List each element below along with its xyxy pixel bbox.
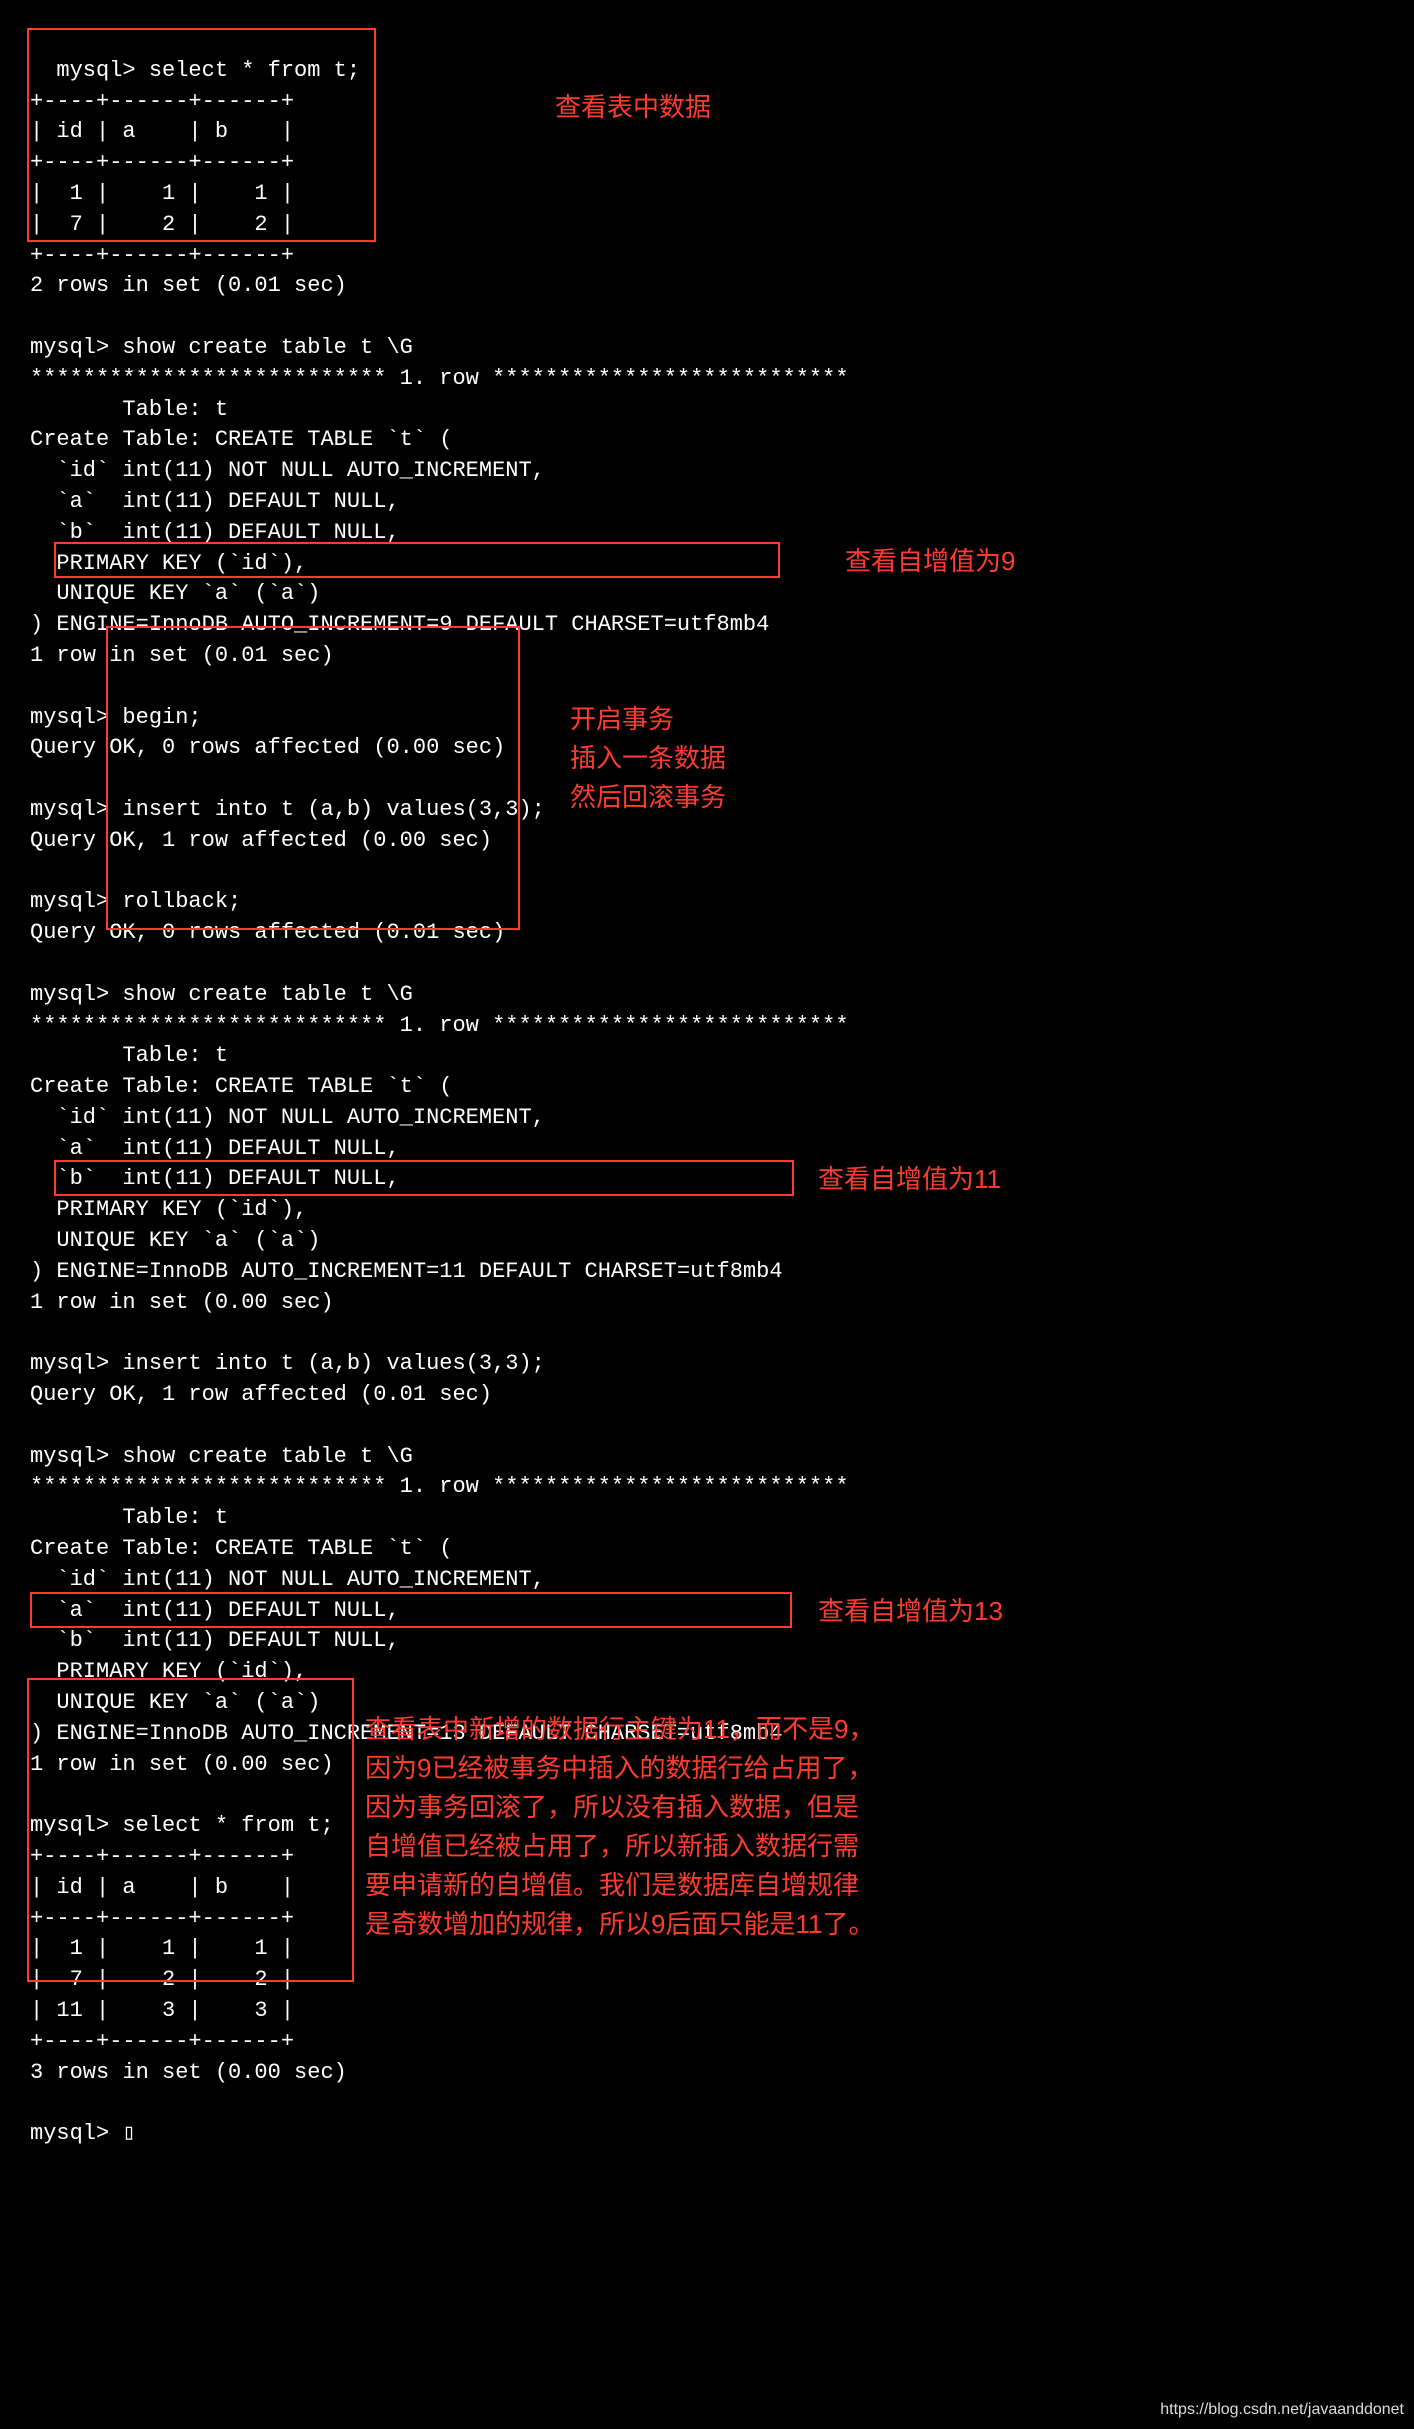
annotation-6-line3: 因为事务回滚了，所以没有插入数据，但是 bbox=[365, 1788, 874, 1827]
annotation-6-line1: 查看表中新增的数据行主键为11，而不是9， bbox=[365, 1710, 874, 1749]
annotation-3-line3: 然后回滚事务 bbox=[570, 778, 726, 817]
annotation-4: 查看自增值为11 bbox=[818, 1160, 1001, 1199]
annotation-6-line5: 要申请新的自增值。我们是数据库自增规律 bbox=[365, 1866, 874, 1905]
annotation-3-line1: 开启事务 bbox=[570, 700, 726, 739]
cursor: ▯ bbox=[122, 2121, 135, 2146]
annotation-6-line6: 是奇数增加的规律，所以9后面只能是11了。 bbox=[365, 1905, 874, 1944]
annotation-5: 查看自增值为13 bbox=[818, 1592, 1003, 1631]
annotation-6-line4: 自增值已经被占用了，所以新插入数据行需 bbox=[365, 1827, 874, 1866]
annotation-6-line2: 因为9已经被事务中插入的数据行给占用了， bbox=[365, 1749, 874, 1788]
annotation-6: 查看表中新增的数据行主键为11，而不是9， 因为9已经被事务中插入的数据行给占用… bbox=[365, 1710, 874, 1944]
watermark: https://blog.csdn.net/javaanddonet bbox=[1160, 2399, 1404, 2421]
annotation-2: 查看自增值为9 bbox=[845, 542, 1015, 581]
annotation-3-line2: 插入一条数据 bbox=[570, 739, 726, 778]
annotation-3: 开启事务 插入一条数据 然后回滚事务 bbox=[570, 700, 726, 817]
annotation-1: 查看表中数据 bbox=[555, 88, 711, 127]
